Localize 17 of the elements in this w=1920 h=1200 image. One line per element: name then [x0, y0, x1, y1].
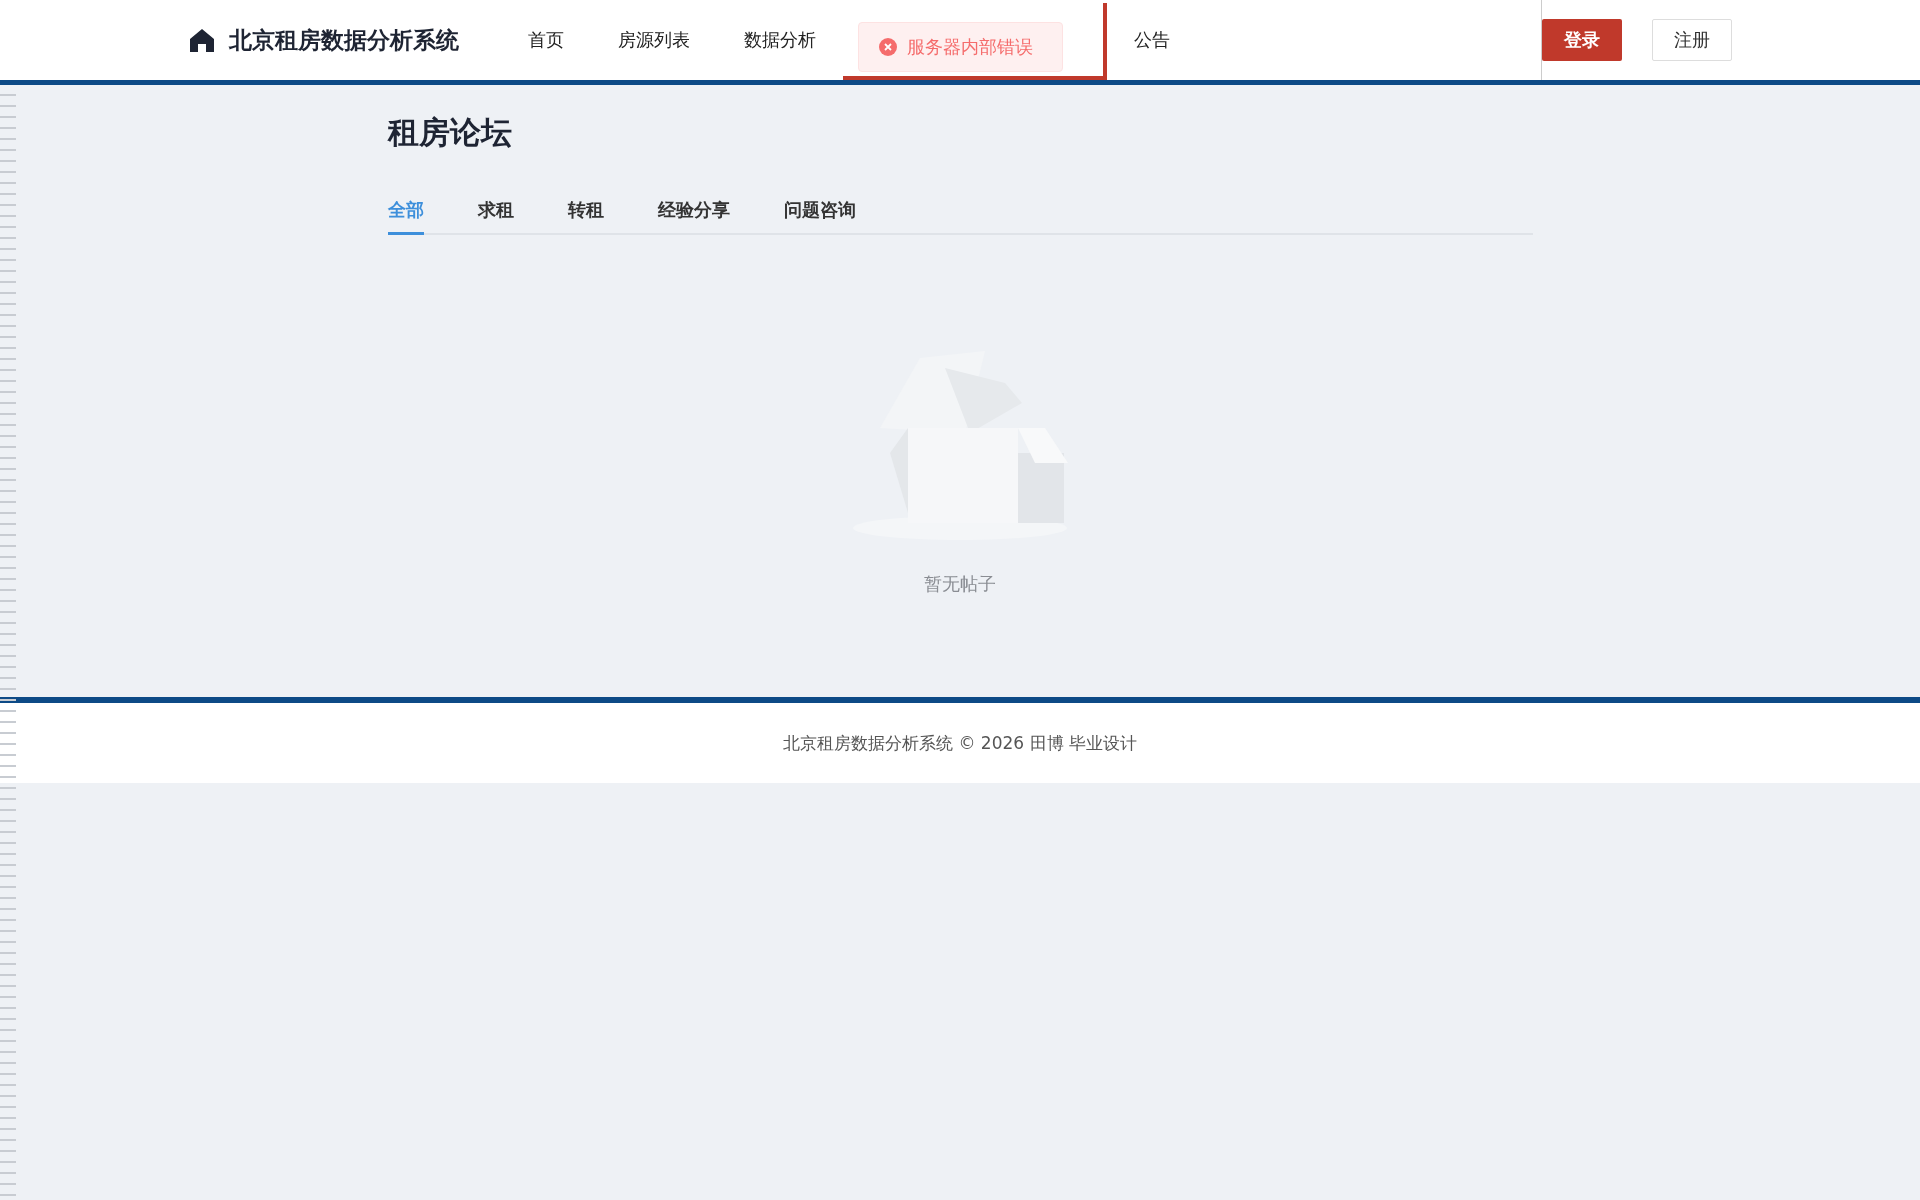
forum-tab[interactable]: 转租 — [567, 198, 604, 235]
nav-link[interactable]: 公告 — [1106, 0, 1197, 80]
error-icon — [878, 38, 897, 56]
forum-tab[interactable]: 问题咨询 — [783, 198, 856, 235]
forum-tab[interactable]: 经验分享 — [657, 198, 730, 235]
nav-link[interactable]: 房源列表 — [590, 0, 717, 80]
nav-link[interactable]: 首页 — [500, 0, 591, 80]
login-button[interactable]: 登录 — [1541, 19, 1622, 61]
nav-link[interactable]: 数据分析 — [716, 0, 843, 80]
footer-text: 北京租房数据分析系统 © 2026 田博 毕业设计 — [783, 731, 1137, 755]
register-button[interactable]: 注册 — [1651, 19, 1732, 61]
toast-message: 服务器内部错误 — [906, 35, 1033, 59]
site-title: 北京租房数据分析系统 — [228, 25, 459, 55]
home-icon — [188, 28, 215, 52]
empty-message: 暂无帖子 — [924, 572, 996, 596]
forum-tab[interactable]: 求租 — [477, 198, 514, 235]
page-title: 租房论坛 — [387, 113, 513, 152]
